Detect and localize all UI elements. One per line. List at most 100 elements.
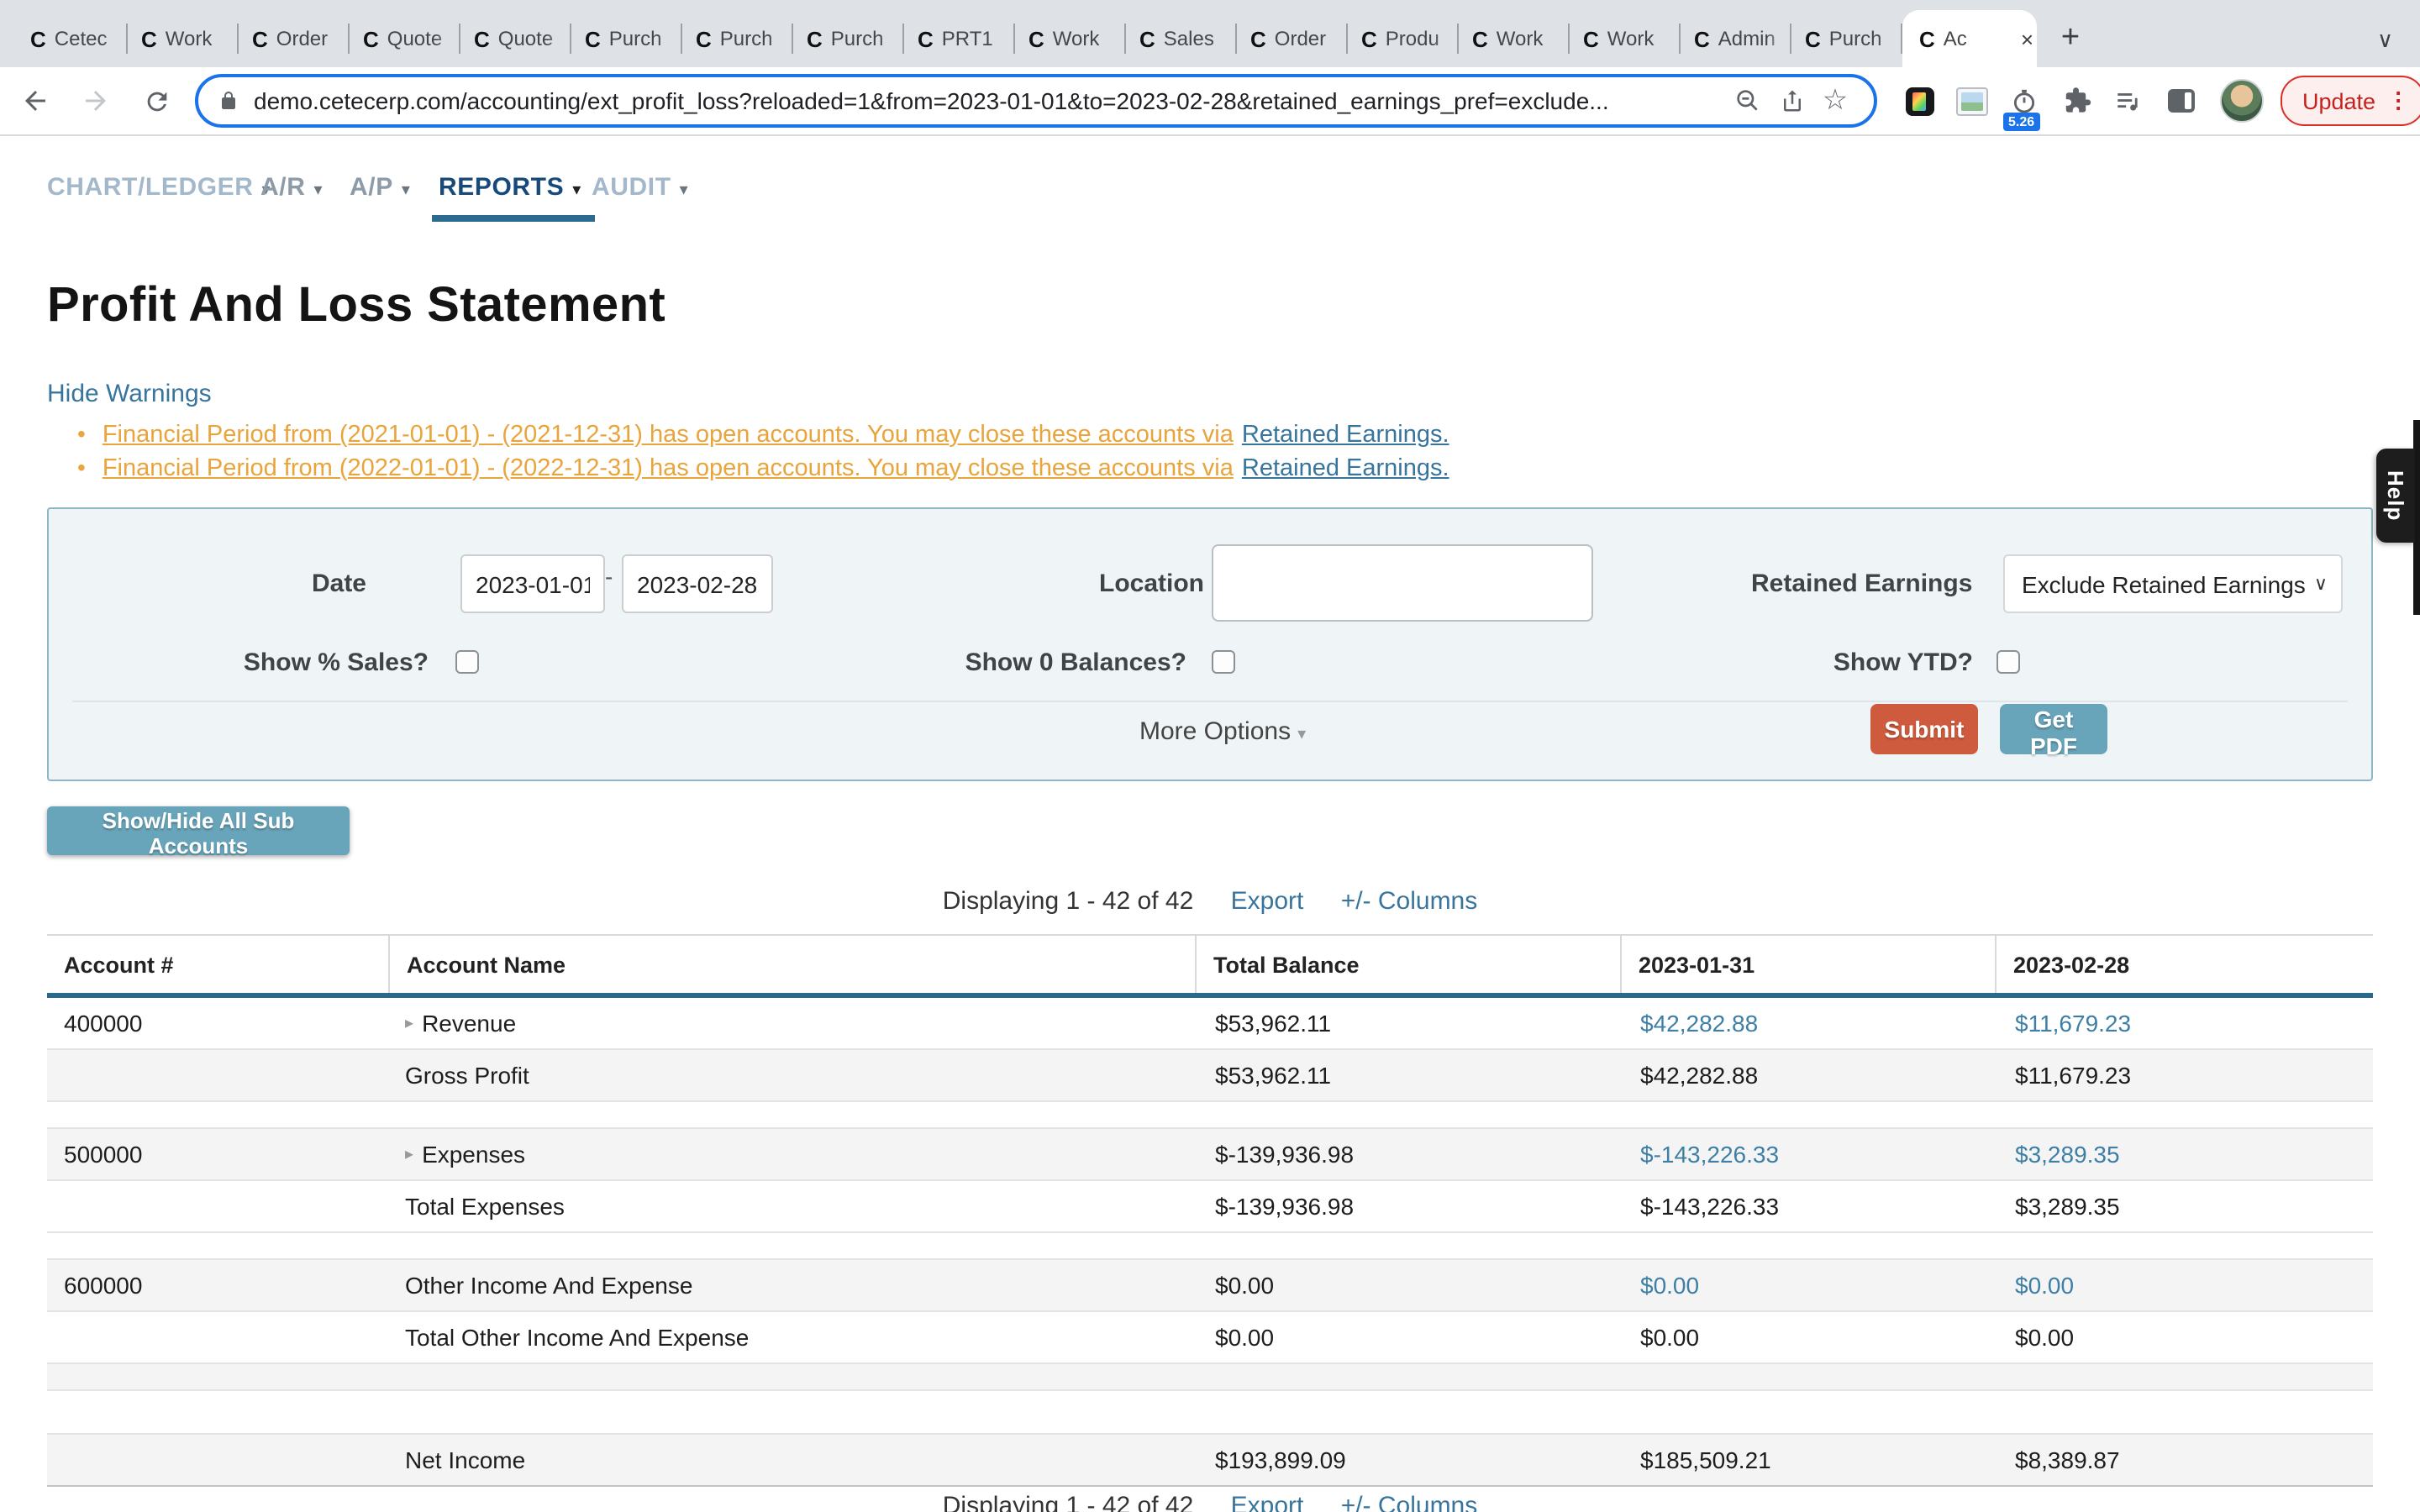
header-account-name[interactable]: Account Name — [388, 936, 1195, 993]
table-body: 400000 ▸Revenue $53,962.11 $42,282.88 $1… — [47, 998, 2373, 1487]
address-bar[interactable]: demo.cetecerp.com/accounting/ext_profit_… — [195, 74, 1877, 128]
table-header: Account # Account Name Total Balance 202… — [47, 936, 2373, 998]
reload-button[interactable] — [131, 76, 182, 126]
browser-tab[interactable]: C PRT1 — [904, 10, 1015, 67]
browser-tab[interactable]: C Sales — [1126, 10, 1237, 67]
tab-label: Purch — [1829, 27, 1899, 50]
export-link[interactable]: Export — [1231, 887, 1304, 916]
expand-arrow-icon[interactable]: ▸ — [405, 1014, 413, 1032]
nav-chart-ledger[interactable]: CHART/LEDGER▾ — [47, 173, 271, 202]
cell-account-name: Total Other Income And Expense — [388, 1312, 1195, 1362]
screenshot-extension-icon[interactable] — [1946, 76, 1998, 126]
columns-toggle-link[interactable]: +/- Columns — [1341, 887, 1478, 916]
submit-button[interactable]: Submit — [1870, 704, 1978, 754]
export-link[interactable]: Export — [1231, 1492, 1304, 1512]
browser-tab[interactable]: C Purch — [793, 10, 904, 67]
cell-feb: $11,679.23 — [1995, 1050, 2373, 1100]
document-extension-icon[interactable] — [1894, 76, 1946, 126]
filter-panel: Date - Location Retained Earnings Exclud… — [47, 507, 2373, 781]
cell-account-number — [47, 1181, 388, 1231]
active-tab-accounting[interactable]: C Ac × — [1902, 10, 2037, 67]
tab-close-icon[interactable]: × — [2021, 28, 2033, 50]
cetec-favicon-icon: C — [1919, 26, 1935, 51]
show-sales-checkbox[interactable] — [455, 650, 479, 674]
show-ytd-checkbox[interactable] — [1996, 650, 2020, 674]
cell-jan[interactable]: $-143,226.33 — [1620, 1129, 1995, 1179]
browser-tab[interactable]: C Produ — [1348, 10, 1459, 67]
columns-toggle-link[interactable]: +/- Columns — [1341, 1492, 1478, 1512]
table-row: 600000 Other Income And Expense $0.00 $0… — [47, 1260, 2373, 1312]
browser-tab[interactable]: C Work — [128, 10, 239, 67]
retained-earnings-link[interactable]: Retained Earnings. — [1242, 420, 1449, 451]
bookmark-star-icon[interactable]: ☆ — [1813, 79, 1857, 123]
playlist-extension-icon[interactable] — [2102, 76, 2154, 126]
back-button[interactable] — [10, 76, 60, 126]
new-tab-button[interactable]: + — [2047, 15, 2094, 62]
cell-account-name: Net Income — [388, 1435, 1195, 1485]
date-from-input[interactable] — [460, 554, 605, 613]
cetec-favicon-icon: C — [696, 26, 712, 51]
expand-arrow-icon[interactable]: ▸ — [405, 1145, 413, 1163]
retained-earnings-link[interactable]: Retained Earnings. — [1242, 453, 1449, 484]
retained-earnings-label: Retained Earnings — [1751, 570, 1972, 598]
show-zero-checkbox[interactable] — [1212, 650, 1235, 674]
cell-total-balance: $53,962.11 — [1195, 998, 1620, 1048]
browser-menu-dots-icon[interactable]: ⋮ — [2387, 87, 2409, 114]
cell-feb[interactable]: $3,289.35 — [1995, 1129, 2373, 1179]
cetec-favicon-icon: C — [918, 26, 934, 51]
help-tab[interactable]: Help — [2376, 449, 2415, 543]
more-options-link[interactable]: More Options▾ — [1139, 717, 1306, 746]
browser-tab[interactable]: C Order — [1237, 10, 1348, 67]
update-button[interactable]: Update ⋮ — [2281, 76, 2420, 126]
warning-item: • Financial Period from (2022-01-01) - (… — [77, 451, 1449, 484]
header-jan[interactable]: 2023-01-31 — [1620, 936, 1995, 993]
browser-tab[interactable]: C Order — [239, 10, 350, 67]
show-zero-label: Show 0 Balances? — [965, 648, 1186, 677]
cell-feb[interactable]: $0.00 — [1995, 1260, 2373, 1310]
nav-reports[interactable]: REPORTS▾ — [439, 173, 581, 202]
retained-earnings-select[interactable]: Exclude Retained Earnings On 'A ∨ — [2003, 554, 2343, 613]
active-tab-label: Ac — [1944, 27, 2011, 50]
browser-tab[interactable]: C Purch — [1791, 10, 1902, 67]
browser-tab[interactable]: C Cetec — [17, 10, 128, 67]
cell-total-balance: $0.00 — [1195, 1312, 1620, 1362]
nav-ar[interactable]: A/R▾ — [260, 173, 323, 202]
forward-button[interactable] — [71, 76, 121, 126]
cell-jan[interactable]: $0.00 — [1620, 1260, 1995, 1310]
browser-tab[interactable]: C Work — [1015, 10, 1126, 67]
date-to-input[interactable] — [622, 554, 773, 613]
cell-feb[interactable]: $11,679.23 — [1995, 998, 2373, 1048]
cell-jan[interactable]: $42,282.88 — [1620, 998, 1995, 1048]
profit-loss-table: Account # Account Name Total Balance 202… — [47, 934, 2373, 1487]
url-text[interactable]: demo.cetecerp.com/accounting/ext_profit_… — [254, 87, 1726, 114]
browser-tab[interactable]: C Work — [1570, 10, 1681, 67]
share-icon[interactable] — [1770, 79, 1813, 123]
browser-tab[interactable]: C Quote — [350, 10, 460, 67]
profile-avatar[interactable] — [2220, 79, 2264, 123]
nav-ap[interactable]: A/P▾ — [350, 173, 410, 202]
toggle-subaccounts-button[interactable]: Show/Hide All Sub Accounts — [47, 806, 350, 855]
warning-text[interactable]: Financial Period from (2021-01-01) - (20… — [103, 420, 1234, 451]
header-total-balance[interactable]: Total Balance — [1195, 936, 1620, 993]
header-feb[interactable]: 2023-02-28 — [1995, 936, 2373, 993]
pager-bottom: Displaying 1 - 42 of 42 Export +/- Colum… — [47, 1492, 2373, 1512]
browser-tab[interactable]: C Quote — [460, 10, 571, 67]
tab-label: Work — [1053, 27, 1123, 50]
timer-extension-icon[interactable]: 5.26 — [1998, 76, 2050, 126]
browser-tab[interactable]: C Purch — [571, 10, 682, 67]
extensions-puzzle-icon[interactable] — [2050, 76, 2102, 126]
browser-tab[interactable]: C Purch — [682, 10, 793, 67]
hide-warnings-link[interactable]: Hide Warnings — [47, 380, 212, 408]
cell-feb: $3,289.35 — [1995, 1181, 2373, 1231]
get-pdf-button[interactable]: Get PDF — [2000, 704, 2107, 754]
side-panel-icon[interactable] — [2154, 76, 2207, 126]
browser-tab[interactable]: C Admin — [1681, 10, 1791, 67]
nav-audit[interactable]: AUDIT▾ — [592, 173, 688, 202]
zoom-page-icon[interactable] — [1726, 79, 1770, 123]
location-input[interactable] — [1212, 544, 1593, 622]
warning-text[interactable]: Financial Period from (2022-01-01) - (20… — [103, 453, 1234, 484]
tab-search-chevron-icon[interactable]: ∨ — [2377, 27, 2393, 54]
header-account-number[interactable]: Account # — [47, 936, 388, 993]
table-row: Total Expenses $-139,936.98 $-143,226.33… — [47, 1181, 2373, 1233]
browser-tab[interactable]: C Work — [1459, 10, 1570, 67]
